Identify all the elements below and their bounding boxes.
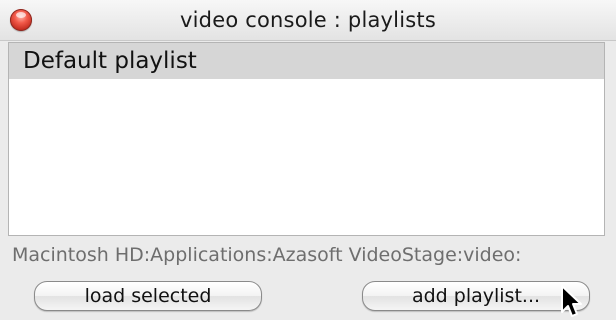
mouse-pointer-icon [561, 285, 582, 317]
load-selected-button[interactable]: load selected [34, 281, 262, 311]
playlist-list[interactable]: Default playlist [8, 42, 605, 236]
title-bar[interactable]: video console : playlists [0, 0, 616, 41]
window-title: video console : playlists [180, 8, 436, 32]
add-playlist-button[interactable]: add playlist... [362, 281, 590, 311]
playlists-window: video console : playlists Default playli… [0, 0, 616, 320]
list-item[interactable]: Default playlist [9, 43, 604, 79]
folder-path-label: Macintosh HD:Applications:Azasoft VideoS… [12, 244, 522, 266]
